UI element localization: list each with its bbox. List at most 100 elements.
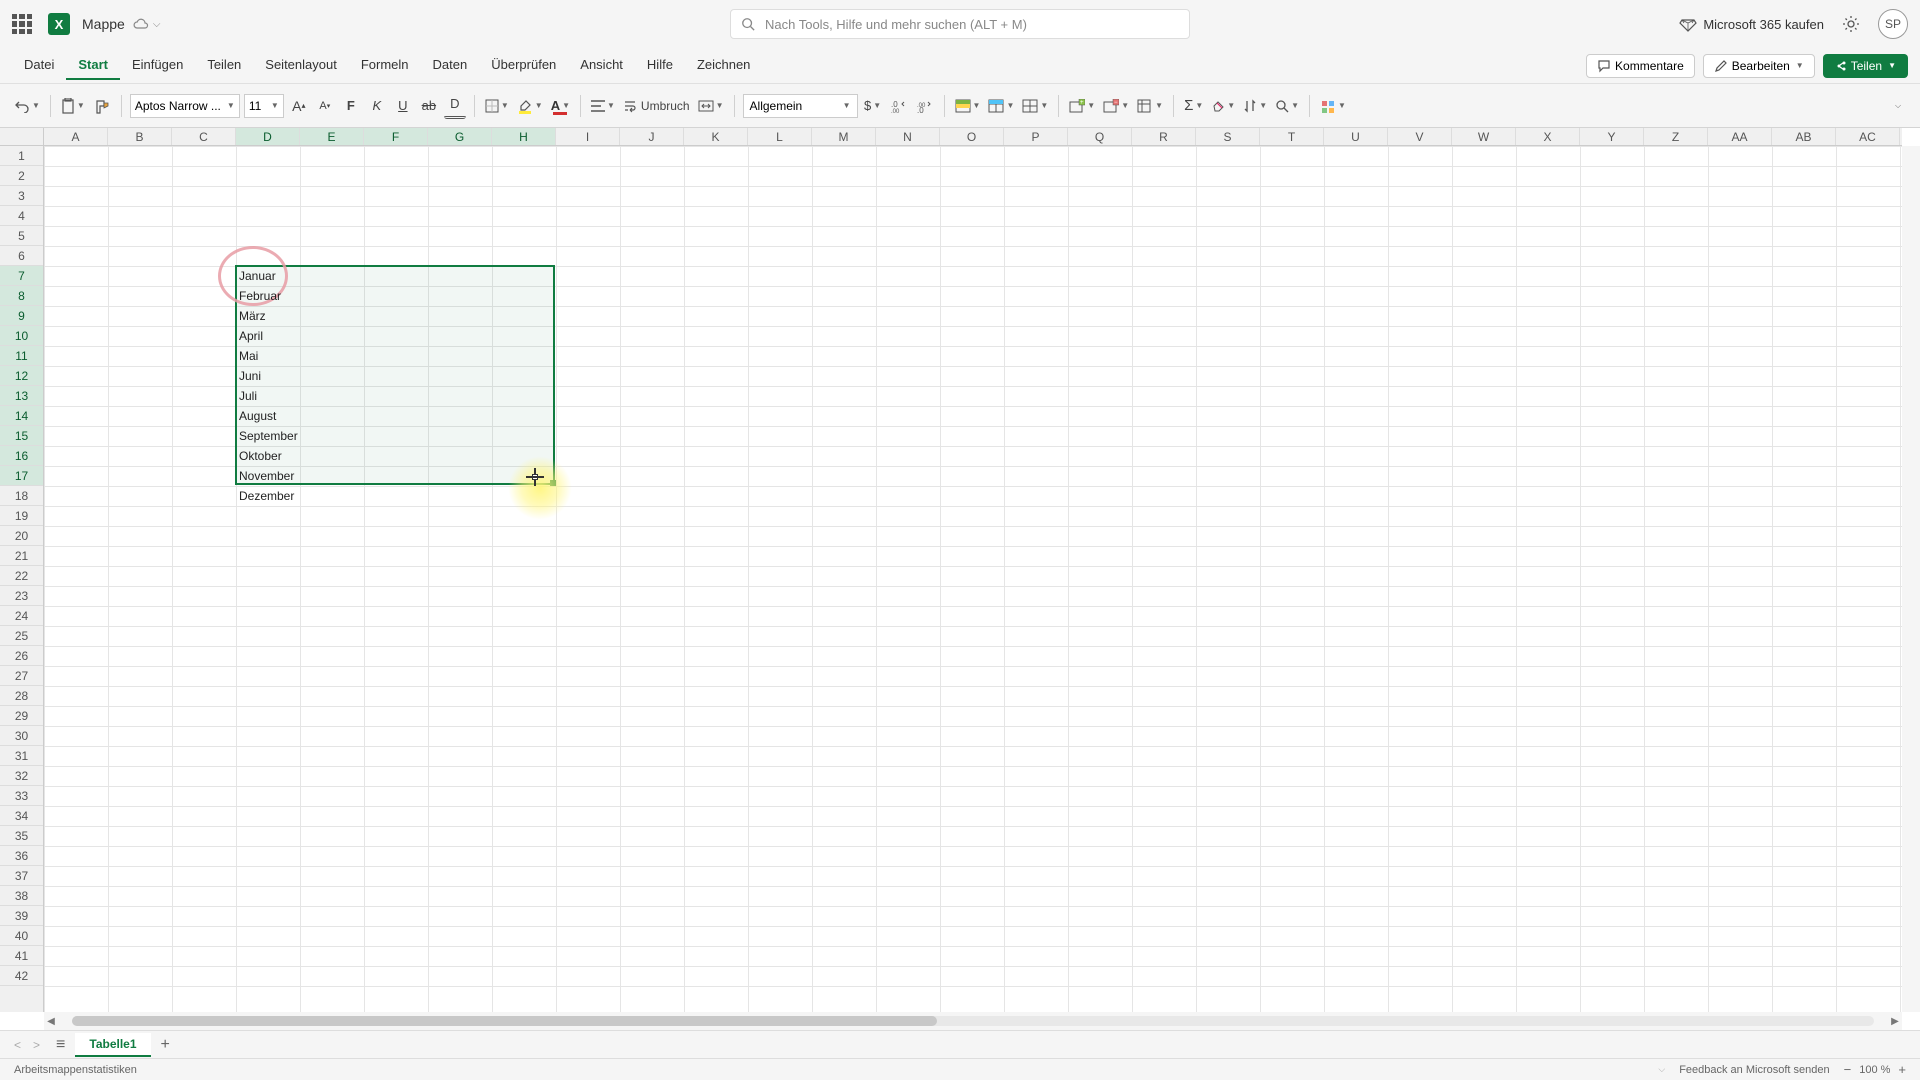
- col-header-I[interactable]: I: [556, 128, 620, 145]
- increase-font-button[interactable]: A▴: [288, 93, 310, 119]
- col-header-L[interactable]: L: [748, 128, 812, 145]
- col-header-E[interactable]: E: [300, 128, 364, 145]
- select-all-corner[interactable]: [0, 128, 44, 146]
- row-header-20[interactable]: 20: [0, 526, 43, 546]
- row-header-28[interactable]: 28: [0, 686, 43, 706]
- horizontal-scrollbar[interactable]: ◀ ▶: [44, 1012, 1902, 1030]
- col-header-P[interactable]: P: [1004, 128, 1068, 145]
- row-header-14[interactable]: 14: [0, 406, 43, 426]
- strikethrough-button[interactable]: ab: [418, 93, 440, 119]
- col-header-B[interactable]: B: [108, 128, 172, 145]
- cloud-sync-icon[interactable]: [133, 18, 149, 30]
- menu-datei[interactable]: Datei: [12, 51, 66, 80]
- paste-button[interactable]: ▼: [59, 93, 87, 119]
- increase-decimal-button[interactable]: .0.00: [888, 93, 910, 119]
- scroll-left-icon[interactable]: ◀: [44, 1016, 58, 1027]
- col-header-J[interactable]: J: [620, 128, 684, 145]
- row-header-39[interactable]: 39: [0, 906, 43, 926]
- cell-D9[interactable]: März: [236, 306, 300, 326]
- app-launcher-icon[interactable]: [12, 14, 32, 34]
- cell-D15[interactable]: September: [236, 426, 300, 446]
- cells-area[interactable]: JanuarFebruarMärzAprilMaiJuniJuliAugustS…: [44, 146, 1902, 1012]
- row-header-19[interactable]: 19: [0, 506, 43, 526]
- conditional-format-button[interactable]: ▼: [953, 93, 983, 119]
- col-header-M[interactable]: M: [812, 128, 876, 145]
- row-header-30[interactable]: 30: [0, 726, 43, 746]
- addins-button[interactable]: ▼: [1318, 93, 1348, 119]
- add-sheet-button[interactable]: +: [151, 1036, 180, 1054]
- zoom-out-button[interactable]: −: [1844, 1062, 1852, 1077]
- vertical-scrollbar[interactable]: [1902, 146, 1920, 1012]
- cell-D18[interactable]: Dezember: [236, 486, 300, 506]
- feedback-link[interactable]: Feedback an Microsoft senden: [1679, 1064, 1829, 1076]
- all-sheets-button[interactable]: ≡: [46, 1036, 75, 1054]
- cell-D11[interactable]: Mai: [236, 346, 300, 366]
- edit-mode-button[interactable]: Bearbeiten ▼: [1703, 54, 1815, 78]
- col-header-AC[interactable]: AC: [1836, 128, 1900, 145]
- merge-button[interactable]: ▼: [696, 93, 726, 119]
- row-header-13[interactable]: 13: [0, 386, 43, 406]
- row-header-8[interactable]: 8: [0, 286, 43, 306]
- row-header-31[interactable]: 31: [0, 746, 43, 766]
- menu-hilfe[interactable]: Hilfe: [635, 51, 685, 80]
- autosum-button[interactable]: Σ▼: [1182, 93, 1205, 119]
- row-header-9[interactable]: 9: [0, 306, 43, 326]
- col-header-K[interactable]: K: [684, 128, 748, 145]
- row-header-12[interactable]: 12: [0, 366, 43, 386]
- menu-start[interactable]: Start: [66, 51, 120, 80]
- row-header-37[interactable]: 37: [0, 866, 43, 886]
- zoom-level[interactable]: 100 %: [1859, 1064, 1890, 1076]
- buy-microsoft-link[interactable]: Microsoft 365 kaufen: [1679, 15, 1824, 33]
- font-size-select[interactable]: 11▼: [244, 94, 284, 118]
- scroll-right-icon[interactable]: ▶: [1888, 1016, 1902, 1027]
- cell-D14[interactable]: August: [236, 406, 300, 426]
- menu-einfügen[interactable]: Einfügen: [120, 51, 195, 80]
- row-header-16[interactable]: 16: [0, 446, 43, 466]
- double-underline-button[interactable]: D: [444, 93, 466, 119]
- font-family-select[interactable]: Aptos Narrow ...▼: [130, 94, 240, 118]
- currency-button[interactable]: $▼: [862, 93, 884, 119]
- clear-button[interactable]: ▼: [1209, 93, 1237, 119]
- document-name[interactable]: Mappe: [82, 16, 125, 32]
- row-header-26[interactable]: 26: [0, 646, 43, 666]
- share-button[interactable]: Teilen ▼: [1823, 54, 1908, 78]
- row-header-10[interactable]: 10: [0, 326, 43, 346]
- cell-D13[interactable]: Juli: [236, 386, 300, 406]
- col-header-Q[interactable]: Q: [1068, 128, 1132, 145]
- cell-D17[interactable]: November: [236, 466, 300, 486]
- row-header-18[interactable]: 18: [0, 486, 43, 506]
- collapse-ribbon-button[interactable]: ⌵: [1886, 93, 1908, 119]
- row-header-6[interactable]: 6: [0, 246, 43, 266]
- row-header-25[interactable]: 25: [0, 626, 43, 646]
- zoom-in-button[interactable]: +: [1898, 1062, 1906, 1077]
- wrap-text-button[interactable]: Umbruch: [621, 93, 692, 119]
- col-header-T[interactable]: T: [1260, 128, 1324, 145]
- decrease-font-button[interactable]: A▾: [314, 93, 336, 119]
- cell-D7[interactable]: Januar: [236, 266, 300, 286]
- row-header-42[interactable]: 42: [0, 966, 43, 986]
- delete-cells-button[interactable]: −▼: [1101, 93, 1131, 119]
- column-headers[interactable]: ABCDEFGHIJKLMNOPQRSTUVWXYZAAABAC: [44, 128, 1902, 146]
- row-header-2[interactable]: 2: [0, 166, 43, 186]
- col-header-N[interactable]: N: [876, 128, 940, 145]
- row-header-1[interactable]: 1: [0, 146, 43, 166]
- font-color-button[interactable]: A▼: [549, 93, 572, 119]
- search-input[interactable]: Nach Tools, Hilfe und mehr suchen (ALT +…: [730, 9, 1190, 39]
- row-header-3[interactable]: 3: [0, 186, 43, 206]
- sort-filter-button[interactable]: ▼: [1241, 93, 1269, 119]
- sheet-tab-active[interactable]: Tabelle1: [75, 1033, 150, 1057]
- user-avatar[interactable]: SP: [1878, 9, 1908, 39]
- sheet-nav-prev[interactable]: <: [8, 1038, 27, 1052]
- undo-button[interactable]: ▼: [12, 93, 42, 119]
- col-header-V[interactable]: V: [1388, 128, 1452, 145]
- find-button[interactable]: ▼: [1273, 93, 1301, 119]
- col-header-H[interactable]: H: [492, 128, 556, 145]
- underline-button[interactable]: U: [392, 93, 414, 119]
- menu-überprüfen[interactable]: Überprüfen: [479, 51, 568, 80]
- comments-button[interactable]: Kommentare: [1586, 54, 1695, 78]
- col-header-C[interactable]: C: [172, 128, 236, 145]
- menu-teilen[interactable]: Teilen: [195, 51, 253, 80]
- row-header-5[interactable]: 5: [0, 226, 43, 246]
- format-painter-button[interactable]: [91, 93, 113, 119]
- bold-button[interactable]: F: [340, 93, 362, 119]
